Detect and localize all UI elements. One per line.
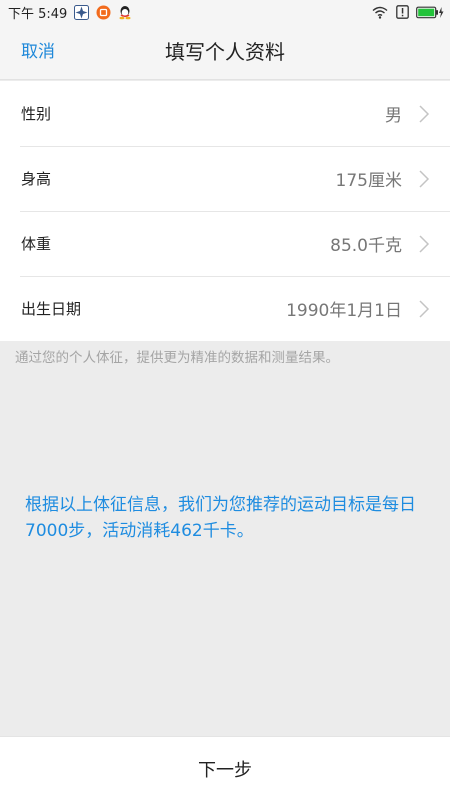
alert-icon (394, 4, 410, 20)
screen: 下午 5:49 取消 填写个人资料 性别 男 身高 175厘米 体重 85.0千… (0, 0, 450, 800)
row-value: 1990年1月1日 (286, 301, 402, 321)
row-label: 性别 (21, 105, 52, 123)
profile-field-list: 性别 男 身高 175厘米 体重 85.0千克 出生日期 1990年1月1日 (0, 81, 450, 341)
chevron-right-icon (419, 299, 430, 318)
weight-row[interactable]: 体重 85.0千克 (0, 211, 450, 276)
battery-charging-icon (416, 4, 444, 20)
status-right (372, 4, 450, 20)
next-button-label: 下一步 (198, 759, 252, 781)
row-value: 175厘米 (335, 171, 402, 191)
row-value: 85.0千克 (330, 236, 402, 256)
fan-icon (73, 4, 89, 20)
status-time: 下午 5:49 (8, 6, 68, 22)
wifi-icon (372, 4, 388, 20)
chevron-right-icon (419, 104, 430, 123)
next-button[interactable]: 下一步 (0, 736, 450, 800)
header: 取消 填写个人资料 (0, 24, 450, 80)
row-label: 体重 (21, 235, 52, 253)
height-row[interactable]: 身高 175厘米 (0, 146, 450, 211)
page-title: 填写个人资料 (165, 40, 285, 64)
row-value: 男 (385, 106, 402, 126)
qq-icon (117, 4, 133, 20)
recommendation-text: 根据以上体征信息，我们为您推荐的运动目标是每日7000步，活动消耗462千卡。 (25, 495, 416, 541)
status-bar: 下午 5:49 (0, 0, 450, 24)
chevron-right-icon (419, 169, 430, 188)
row-label: 身高 (21, 170, 52, 188)
status-left: 下午 5:49 (0, 3, 133, 22)
row-label: 出生日期 (21, 300, 82, 318)
info-note: 通过您的个人体征，提供更为精准的数据和测量结果。 (15, 350, 339, 366)
gender-row[interactable]: 性别 男 (0, 81, 450, 146)
orange-app-icon (95, 4, 111, 20)
chevron-right-icon (419, 234, 430, 253)
birthdate-row[interactable]: 出生日期 1990年1月1日 (0, 276, 450, 341)
